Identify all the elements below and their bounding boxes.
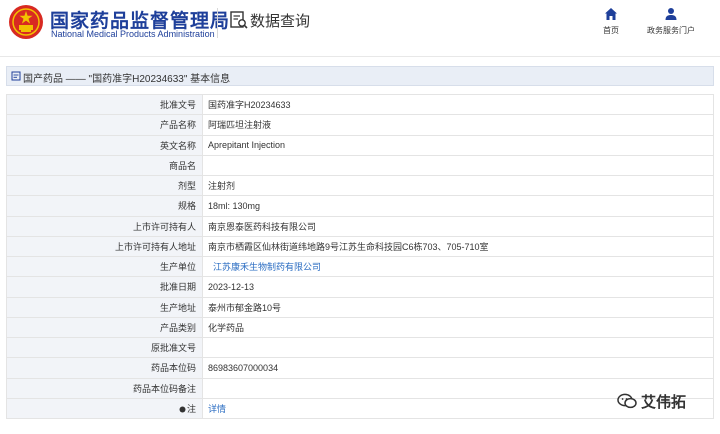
row-key: 药品本位码备注 [6,377,203,399]
row-value: 阿瑞匹坦注射液 [202,114,714,136]
nav-portal-label: 政务服务门户 [647,26,695,35]
home-icon [605,8,617,20]
pin-icon [179,406,186,413]
table-row: 生产单位 江苏康禾生物制药有限公司 [6,255,714,278]
row-key: 批准日期 [6,276,203,298]
row-key: 产品名称 [6,114,203,136]
row-key: 商品名 [6,154,203,177]
row-value [202,336,714,359]
wechat-icon [617,393,637,409]
row-key: 上市许可持有人 [6,215,203,237]
drug-info-table: 批准文号 国药准字H20234633 产品名称 阿瑞匹坦注射液 英文名称 Aprepi… [6,93,714,420]
row-key: 英文名称 [6,134,203,156]
table-row: 药品本位码 86983607000034 [6,357,714,379]
manufacturer-link[interactable]: 江苏康禾生物制药有限公司 [208,262,321,272]
header-divider [217,8,218,38]
row-key: 药品本位码 [6,357,203,379]
agency-name-en: National Medical Products Administration [51,29,215,39]
row-key: 生产单位 [6,255,203,278]
row-value [202,154,714,177]
table-row: 规格 18ml: 130mg [6,195,714,217]
table-row: 商品名 [6,154,714,177]
table-row: 原批准文号 [6,336,714,359]
row-value: 2023-12-13 [202,276,714,298]
header-separator [0,56,720,57]
row-value: 18ml: 130mg [202,195,714,217]
note-key-label: 注 [186,403,196,414]
row-value: Aprepitant Injection [202,134,714,156]
row-value: 化学药品 [202,316,714,339]
row-value: 南京恩泰医药科技有限公司 [202,215,714,237]
row-value: 注射剂 [202,174,714,197]
row-value: 南京市栖霞区仙林街道纬地路9号江苏生命科技园C6栋703、705-710室 [202,235,714,258]
table-row: 批准文号 国药准字H20234633 [6,93,714,116]
row-value: 国药准字H20234633 [202,93,714,116]
section-label: 数据查询 [250,13,311,30]
document-icon [11,71,21,81]
details-link[interactable]: 详情 [208,404,226,414]
table-row: 上市许可持有人地址 南京市栖霞区仙林街道纬地路9号江苏生命科技园C6栋703、70… [6,235,714,258]
row-key: 剂型 [6,174,203,197]
row-key: 上市许可持有人地址 [6,235,203,258]
table-row: 批准日期 2023-12-13 [6,276,714,298]
row-key: 批准文号 [6,93,203,116]
table-row: 药品本位码备注 [6,377,714,399]
row-key: 生产地址 [6,296,203,318]
table-row: 剂型 注射剂 [6,174,714,197]
table-row: 上市许可持有人 南京恩泰医药科技有限公司 [6,215,714,237]
table-row: 生产地址 泰州市郁金路10号 [6,296,714,318]
table-row: 产品类别 化学药品 [6,316,714,339]
row-value: 泰州市郁金路10号 [202,296,714,318]
national-emblem-icon [9,5,43,39]
record-title: 国产药品 —— "国药准字H20234633" 基本信息 [23,74,231,85]
data-query-icon [230,11,248,29]
site-header: 国家药品监督管理局 National Medical Products Admi… [0,0,720,56]
row-value: 86983607000034 [202,357,714,379]
table-row: 注 详情 [6,397,714,420]
row-key: 原批准文号 [6,336,203,359]
nav-home-label: 首页 [603,26,619,35]
row-key: 产品类别 [6,316,203,339]
nav-home-button[interactable]: 首页 [597,7,625,36]
nav-portal-button[interactable]: 政务服务门户 [642,7,700,36]
table-row: 产品名称 阿瑞匹坦注射液 [6,114,714,136]
watermark-text: 艾伟拓 [641,394,687,411]
table-row: 英文名称 Aprepitant Injection [6,134,714,156]
row-key: 规格 [6,195,203,217]
record-title-bar: 国产药品 —— "国药准字H20234633" 基本信息 [6,66,714,86]
row-key-note: 注 [6,397,203,420]
user-icon [665,8,677,20]
row-value: 江苏康禾生物制药有限公司 [202,255,714,278]
